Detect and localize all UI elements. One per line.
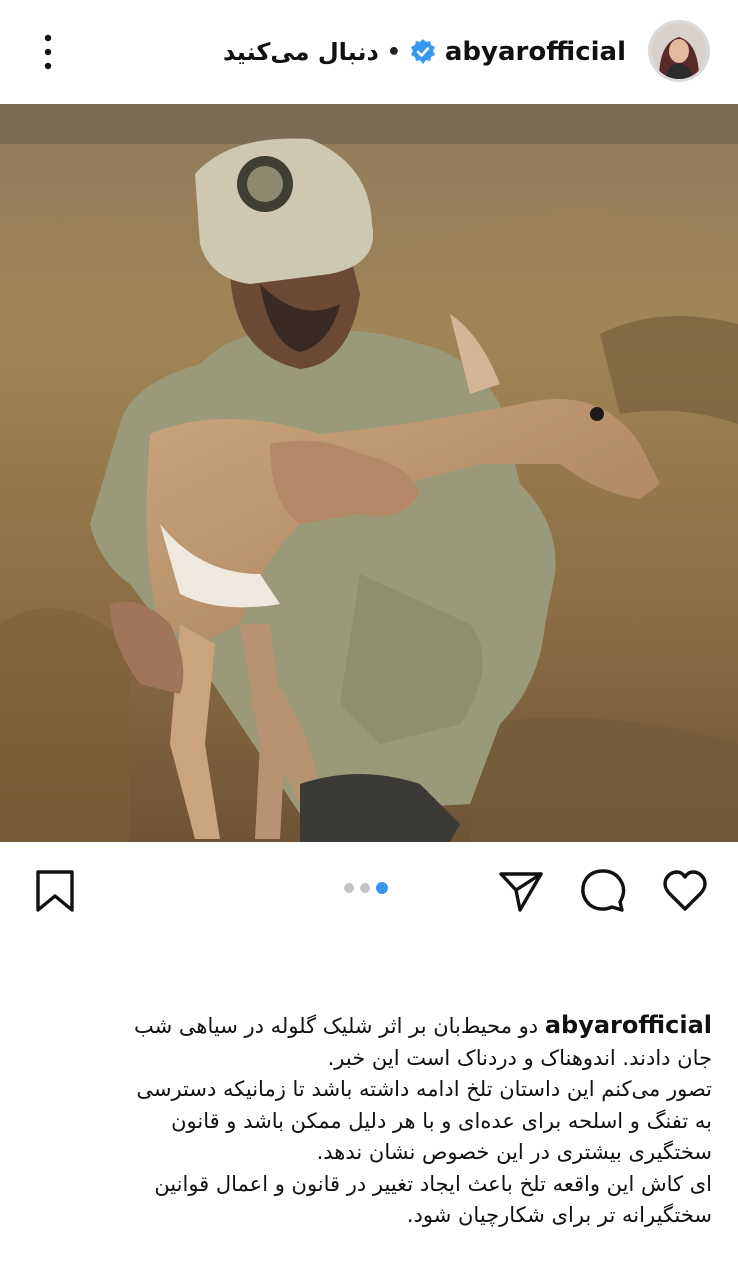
verified-badge-icon [409, 38, 437, 66]
post-actions-bar [0, 842, 738, 938]
post-header: abyarofficial • دنبال می‌کنید [0, 0, 738, 104]
caption-line: سختگیری بیشتری در این خصوص نشان ندهد. [316, 1140, 712, 1164]
bookmark-icon [36, 870, 74, 912]
caption-username[interactable]: abyarofficial [545, 1011, 712, 1039]
more-vertical-icon [44, 34, 52, 70]
post-photo[interactable] [0, 104, 738, 842]
carousel-dot [360, 883, 370, 893]
following-label[interactable]: دنبال می‌کنید [223, 38, 379, 66]
caption-line: تصور می‌کنم این داستان تلخ ادامه داشته ب… [136, 1077, 712, 1101]
more-options-button[interactable] [36, 32, 60, 72]
heart-icon [663, 870, 707, 911]
caption-line: به تفنگ و اسلحه برای عده‌ای و با هر دلیل… [171, 1108, 712, 1133]
like-button[interactable] [660, 866, 710, 916]
carousel-dot-active [376, 882, 388, 894]
carousel-dot [344, 883, 354, 893]
carousel-indicator [344, 882, 388, 894]
header-title-line: abyarofficial • دنبال می‌کنید [223, 30, 626, 74]
caption-line: جان دادند. اندوهناک و دردناک است این خبر… [327, 1045, 712, 1070]
profile-avatar[interactable] [648, 20, 710, 82]
caption-line: ای کاش این واقعه تلخ باعث ایجاد تغییر در… [154, 1171, 712, 1196]
share-button[interactable] [496, 866, 546, 916]
save-button[interactable] [30, 866, 80, 916]
caption-line: abyarofficial دو محیط‌بان بر اثر شلیک گل… [134, 1011, 712, 1039]
caption-line: سختگیرانه تر برای شکارچیان شود. [406, 1203, 712, 1227]
send-icon [499, 872, 543, 912]
header-username[interactable]: abyarofficial [445, 37, 626, 67]
comment-button[interactable] [578, 866, 628, 916]
avatar-image [651, 23, 707, 79]
comment-icon [581, 869, 626, 912]
header-separator: • [386, 39, 401, 65]
ranger-with-gazelle-image [0, 104, 738, 842]
post-caption: abyarofficial دو محیط‌بان بر اثر شلیک گل… [30, 1010, 712, 1232]
